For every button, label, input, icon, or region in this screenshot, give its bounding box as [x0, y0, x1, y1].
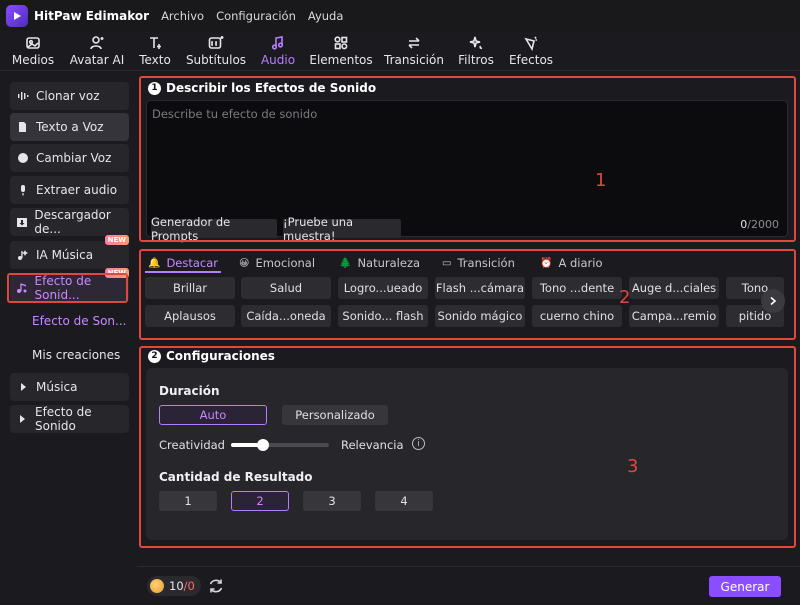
tab-transicion[interactable]: Transición [384, 31, 444, 71]
sidebar-group-musica[interactable]: Música [10, 373, 129, 401]
tab-label: Elementos [309, 53, 373, 67]
bottom-bar: 10 / 0 Generar [137, 566, 800, 605]
download-icon [16, 215, 28, 229]
coin-icon [150, 579, 164, 593]
tab-label: Subtítulos [185, 53, 247, 67]
sidebar-item-ia-musica[interactable]: IA Música NEW [10, 235, 129, 269]
tab-label: Texto [139, 53, 171, 67]
refresh-icon[interactable] [207, 577, 225, 595]
caret-right-icon [16, 380, 30, 394]
sidebar-sub-mis-creaciones[interactable]: Mis creaciones [32, 348, 120, 362]
app-logo-icon [6, 4, 28, 27]
menu-configuracion[interactable]: Configuración [216, 9, 296, 23]
text-icon [150, 37, 161, 49]
sidebar-item-label: IA Música [36, 248, 94, 262]
sidebar-item-texto-a-voz[interactable]: Texto a Voz [10, 113, 129, 141]
highlight-box-describe [139, 76, 796, 242]
tab-label: Efectos [508, 53, 554, 67]
menu-archivo[interactable]: Archivo [161, 9, 204, 23]
elements-icon [334, 36, 348, 50]
credits-used: 10 [169, 579, 184, 593]
menu-ayuda[interactable]: Ayuda [308, 9, 344, 23]
tab-filtros[interactable]: Filtros [457, 31, 495, 71]
avatar-icon [90, 36, 104, 50]
sidebar-group-label: Música [36, 380, 78, 394]
tab-label: Audio [260, 53, 296, 67]
document-voice-icon [16, 120, 30, 134]
main-toolbar: Medios Avatar AI Texto Subtítulos Audio … [0, 31, 800, 71]
sidebar-item-label: Texto a Voz [36, 120, 104, 134]
sidebar-sub-efecto-de-sonido[interactable]: Efecto de Son... [32, 314, 126, 328]
sidebar-group-label: Efecto de Sonido [34, 405, 92, 433]
tab-subtitulos[interactable]: Subtítulos [186, 31, 246, 71]
tab-label: Medios [11, 53, 55, 67]
highlight-box-settings [139, 346, 796, 548]
tab-elementos[interactable]: Elementos [309, 31, 373, 71]
sidebar-item-descargador[interactable]: Descargador de... [10, 208, 129, 236]
tab-label: Filtros [458, 53, 494, 67]
app-name: HitPaw Edimakor [34, 8, 150, 23]
waveform-icon [16, 89, 30, 103]
tab-label: Avatar AI [69, 53, 125, 67]
highlight-box-categories [139, 249, 796, 340]
tab-efectos[interactable]: Efectos [509, 31, 553, 71]
caret-right-icon [16, 412, 29, 426]
music-ai-icon [16, 248, 30, 262]
credits-display: 10 / 0 [147, 576, 201, 596]
tab-label: Transición [384, 53, 444, 67]
sidebar-item-label: Cambiar Voz [36, 151, 112, 165]
voice-change-icon [16, 151, 30, 165]
microphone-icon [16, 183, 30, 197]
tab-texto[interactable]: Texto [137, 31, 173, 71]
generate-button[interactable]: Generar [709, 576, 781, 597]
tab-avatar-ai[interactable]: Avatar AI [66, 31, 128, 71]
audio-icon [271, 36, 284, 50]
sidebar-item-cambiar-voz[interactable]: Cambiar Voz [10, 144, 129, 172]
highlight-box-sidebar [7, 273, 128, 303]
effects-icon [524, 36, 537, 51]
transition-icon [408, 37, 420, 49]
title-bar: HitPaw Edimakor Archivo Configuración Ay… [0, 0, 800, 31]
tab-medios[interactable]: Medios [10, 31, 56, 71]
tab-audio[interactable]: Audio [259, 31, 297, 71]
sidebar-item-label: Descargador de... [34, 208, 111, 236]
filters-icon [469, 36, 483, 50]
subtitles-icon [208, 36, 224, 49]
sidebar: Clonar voz Texto a Voz Cambiar Voz Extra… [0, 72, 137, 605]
new-badge: NEW [104, 235, 129, 245]
sidebar-item-label: Extraer audio [36, 183, 118, 197]
sidebar-item-extraer-audio[interactable]: Extraer audio [10, 176, 129, 204]
sidebar-item-label: Clonar voz [36, 89, 100, 103]
sidebar-group-efecto-de-sonido[interactable]: Efecto de Sonido [10, 405, 129, 433]
credits-total: 0 [187, 579, 195, 593]
media-icon [26, 37, 40, 49]
sidebar-item-clonar-voz[interactable]: Clonar voz [10, 82, 129, 110]
